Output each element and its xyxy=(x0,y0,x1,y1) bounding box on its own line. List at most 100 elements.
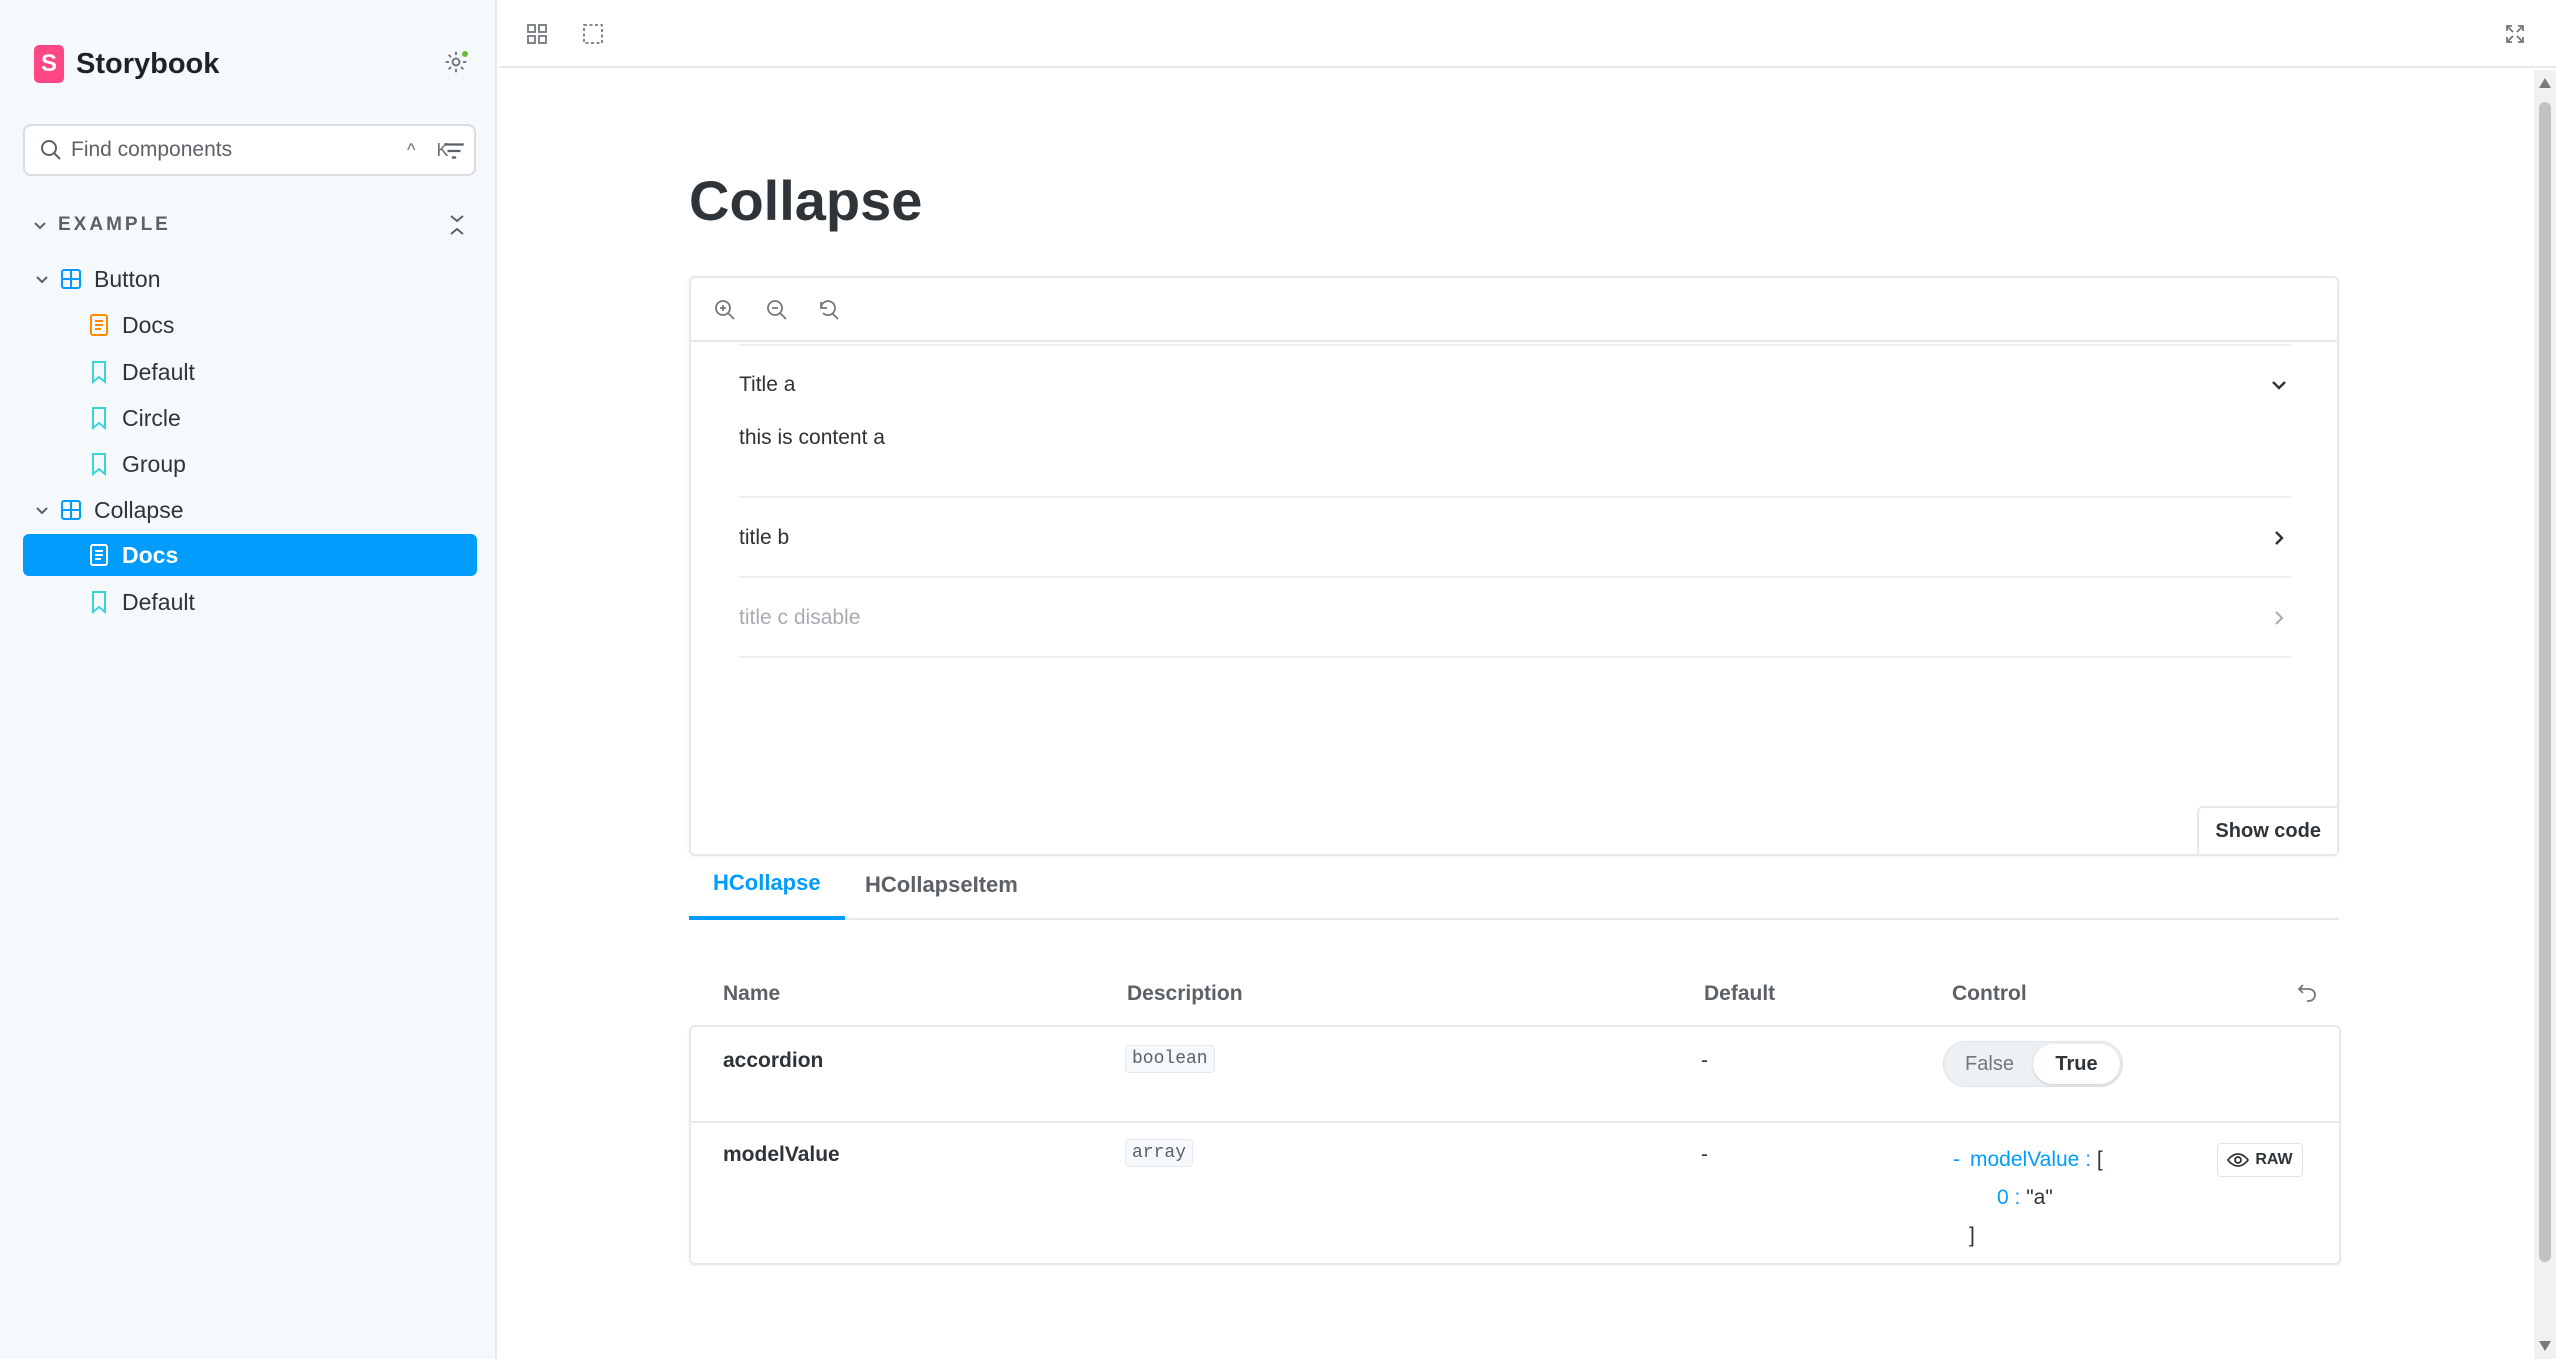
zoom-out-icon xyxy=(767,300,787,320)
sidebar-item-button-default[interactable]: Default xyxy=(88,351,472,393)
bookmark-icon xyxy=(88,406,110,430)
collapse-item-title: title c disable xyxy=(739,606,861,629)
collapse-item[interactable]: title b xyxy=(739,496,2291,576)
tab-hcollapse[interactable]: HCollapse xyxy=(689,850,845,920)
scrollbar-thumb[interactable] xyxy=(2539,102,2551,1262)
search-icon xyxy=(41,140,61,160)
sidebar-item-button-circle[interactable]: Circle xyxy=(88,397,472,439)
chevron-right-icon xyxy=(2267,606,2291,630)
arg-name: modelValue xyxy=(723,1143,840,1166)
args-table-header: Name Description Default Control xyxy=(689,970,2339,1020)
json-value: "a" xyxy=(2026,1186,2053,1209)
sidebar-item-label: Circle xyxy=(122,404,181,431)
sidebar-item-label: Collapse xyxy=(94,496,184,523)
sidebar-item-collapse-docs[interactable]: Docs xyxy=(23,534,477,576)
outline-icon xyxy=(583,24,603,44)
collapse-item-content: this is content a xyxy=(739,426,885,449)
brand[interactable]: S Storybook xyxy=(34,44,219,84)
story-preview: Title a this is content a title b title … xyxy=(689,276,2339,856)
toolbar xyxy=(499,0,2556,68)
sidebar-item-label: Default xyxy=(122,358,195,385)
collapse-node-button[interactable]: - xyxy=(1953,1148,1960,1171)
chevron-right-icon xyxy=(2267,526,2291,550)
sidebar-item-button-docs[interactable]: Docs xyxy=(88,304,472,346)
show-code-button[interactable]: Show code xyxy=(2197,806,2337,854)
eye-icon xyxy=(2227,1153,2250,1167)
scroll-down-icon[interactable] xyxy=(2539,1341,2551,1351)
component-icon xyxy=(60,267,82,291)
brand-name: Storybook xyxy=(76,47,220,80)
arg-default: - xyxy=(1701,1143,1708,1166)
raw-label: RAW xyxy=(2255,1151,2293,1168)
fullscreen-button[interactable] xyxy=(2499,18,2531,50)
column-header-default: Default xyxy=(1704,982,1776,1005)
sidebar-item-label: Default xyxy=(122,588,195,615)
scrollbar[interactable] xyxy=(2534,70,2556,1359)
storybook-app: S Storybook ^ K EXAMPLE xyxy=(0,0,2556,1359)
collapse-item-header[interactable]: Title a xyxy=(739,346,2291,424)
page-title: Collapse xyxy=(689,169,923,232)
table-row: accordion boolean - False True xyxy=(691,1027,2339,1121)
collapse-item-title: title b xyxy=(739,526,790,549)
column-header-control: Control xyxy=(1952,982,2027,1005)
collapse-item: Title a this is content a xyxy=(739,344,2291,496)
zoom-reset-button[interactable] xyxy=(813,294,845,326)
json-colon: : xyxy=(2008,1186,2027,1209)
settings-button[interactable] xyxy=(440,46,472,78)
bookmark-icon xyxy=(88,590,110,614)
arg-type: boolean xyxy=(1125,1045,1215,1073)
collapse-all-icon[interactable] xyxy=(442,210,472,240)
column-header-name: Name xyxy=(723,982,781,1005)
toggle-true-option[interactable]: True xyxy=(2033,1044,2120,1084)
sidebar-group-label: EXAMPLE xyxy=(58,214,171,235)
object-editor[interactable]: - modelValue : [ 0 : "a" ] xyxy=(1953,1141,2103,1255)
arg-name: accordion xyxy=(723,1049,824,1072)
sidebar-item-button-group[interactable]: Group xyxy=(88,443,472,485)
bookmark-icon xyxy=(88,452,110,476)
tab-hcollapseitem[interactable]: HCollapseItem xyxy=(841,850,1042,920)
json-open-bracket: [ xyxy=(2096,1148,2103,1171)
zoom-in-button[interactable] xyxy=(709,294,741,326)
search-input[interactable] xyxy=(71,134,391,166)
toggle-false-option[interactable]: False xyxy=(1946,1044,2033,1084)
arg-type: array xyxy=(1125,1139,1194,1167)
chevron-down-icon xyxy=(32,271,52,287)
table-row: modelValue array - - modelValue : [ 0 : "… xyxy=(691,1121,2339,1263)
component-tabs: HCollapse HCollapseItem xyxy=(689,850,2339,920)
grid-icon xyxy=(527,24,547,44)
sidebar-item-button[interactable]: Button xyxy=(32,258,472,300)
sidebar-item-collapse-default[interactable]: Default xyxy=(88,581,472,623)
raw-toggle-button[interactable]: RAW xyxy=(2217,1143,2303,1177)
collapse-item-disabled: title c disable xyxy=(739,576,2291,658)
reset-icon[interactable] xyxy=(2295,980,2319,1004)
boolean-toggle[interactable]: False True xyxy=(1943,1041,2123,1087)
document-icon xyxy=(88,543,110,567)
outline-toggle-button[interactable] xyxy=(577,18,609,50)
search-box[interactable]: ^ K xyxy=(23,124,476,176)
zoom-reset-icon xyxy=(820,300,839,320)
grid-toggle-button[interactable] xyxy=(521,18,553,50)
json-index: 0 xyxy=(1997,1186,2009,1209)
args-table: accordion boolean - False True modelValu… xyxy=(689,1025,2341,1265)
zoom-out-button[interactable] xyxy=(761,294,793,326)
fullscreen-icon xyxy=(2506,25,2524,43)
sidebar-item-label: Docs xyxy=(122,541,179,568)
chevron-down-icon xyxy=(34,222,46,230)
sidebar-item-label: Docs xyxy=(122,311,175,338)
sidebar-group-example[interactable]: EXAMPLE xyxy=(32,208,472,242)
scroll-up-icon[interactable] xyxy=(2539,78,2551,88)
zoom-in-icon xyxy=(715,300,735,320)
json-close-bracket: ] xyxy=(1969,1224,1975,1247)
component-icon xyxy=(60,498,82,522)
json-root-line: - modelValue : [ xyxy=(1953,1141,2103,1179)
filter-icon[interactable] xyxy=(441,138,467,164)
chevron-down-icon xyxy=(32,502,52,518)
bookmark-icon xyxy=(88,360,110,384)
sidebar-item-collapse[interactable]: Collapse xyxy=(32,489,472,531)
collapse-item-title: Title a xyxy=(739,373,796,396)
arg-default: - xyxy=(1701,1049,1708,1072)
column-header-description: Description xyxy=(1127,982,1243,1005)
json-entry[interactable]: 0 : "a" xyxy=(1953,1179,2103,1217)
docs-content: Collapse Title a this is content a title… xyxy=(499,70,2534,1359)
document-icon xyxy=(88,313,110,337)
